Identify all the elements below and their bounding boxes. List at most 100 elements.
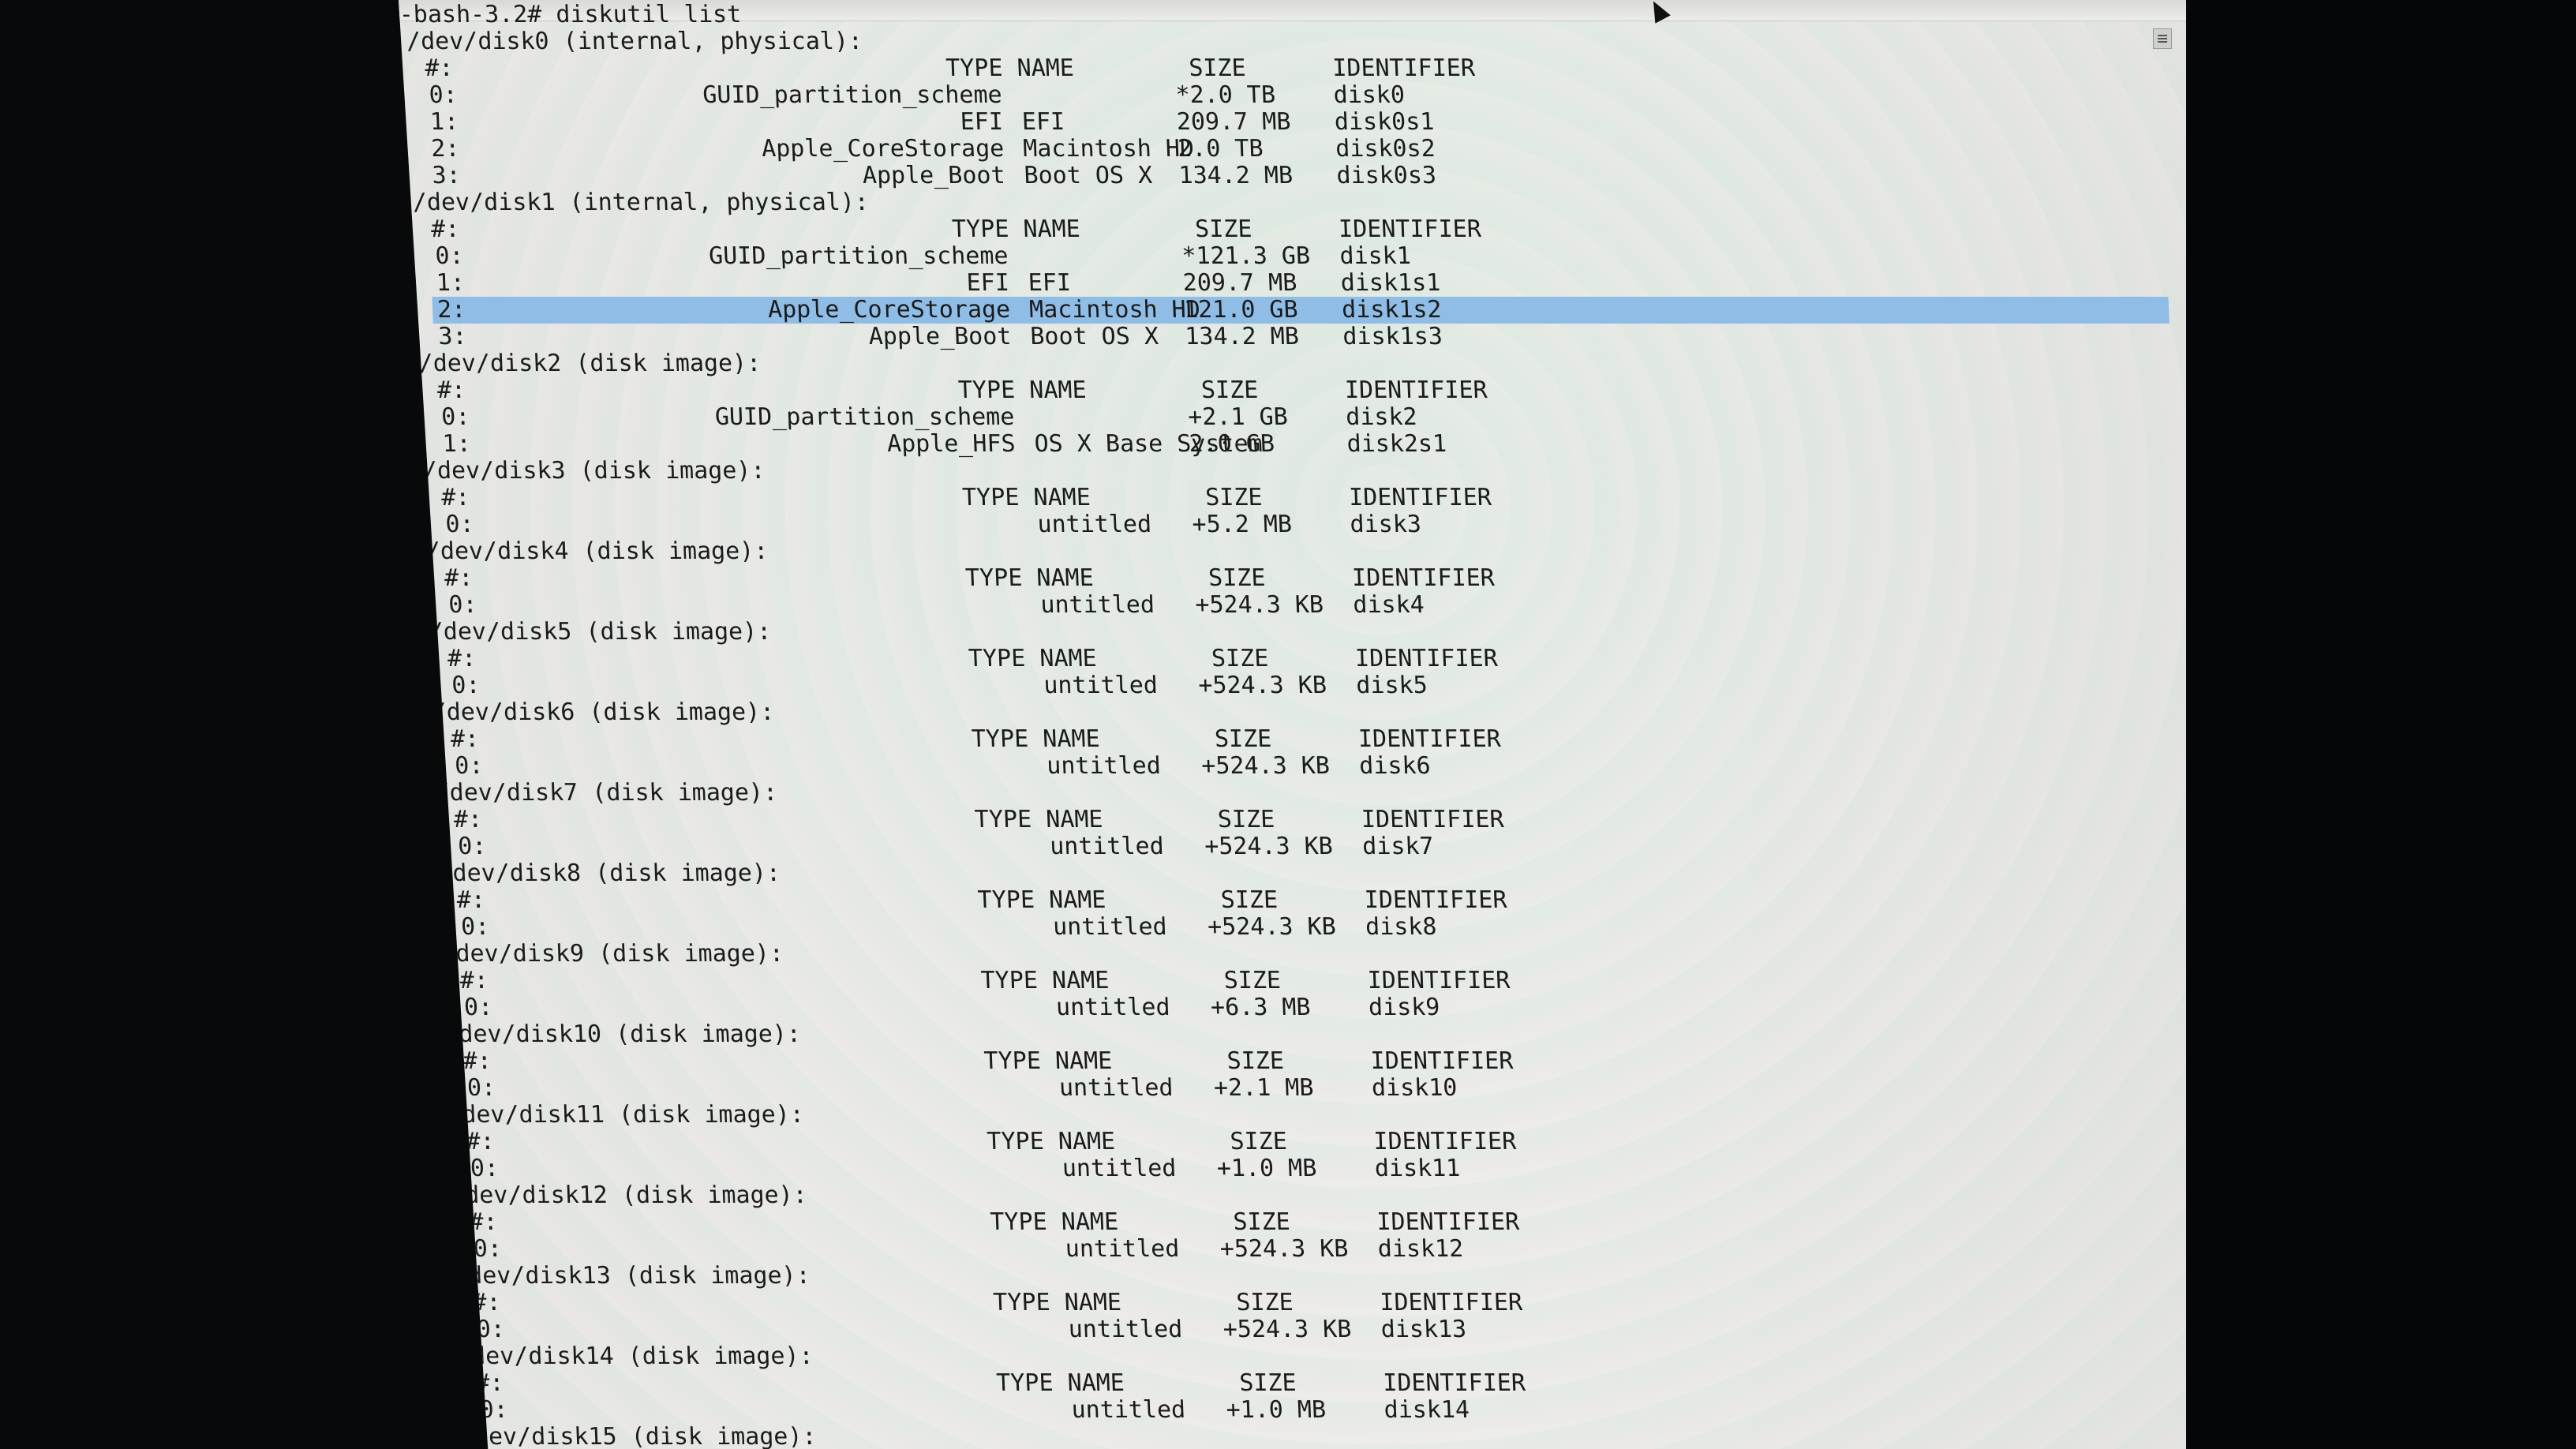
partition-identifier: disk1s3 bbox=[1342, 323, 1443, 350]
column-header-num: #: bbox=[436, 376, 466, 404]
partition-number: 0: bbox=[473, 1235, 503, 1263]
partition-size: +524.3 KB bbox=[1197, 672, 1327, 699]
column-header-identifier: IDENTIFIER bbox=[1348, 484, 1492, 511]
column-header-num: #: bbox=[440, 484, 471, 511]
disk-device-path: /dev/disk15 (disk image): bbox=[459, 1423, 818, 1449]
column-header-identifier: IDENTIFIER bbox=[1338, 215, 1482, 243]
column-header-num: #: bbox=[465, 1128, 496, 1155]
partition-size: 134.2 MB bbox=[1184, 323, 1300, 350]
disk-device-path: /dev/disk3 (disk image): bbox=[422, 457, 766, 485]
partition-name: untitled bbox=[1065, 1235, 1180, 1263]
column-header-type-name: TYPE NAME bbox=[986, 1128, 1116, 1155]
partition-type: GUID_partition_scheme bbox=[714, 403, 1015, 431]
disk-device-path: /dev/disk6 (disk image): bbox=[431, 698, 775, 726]
partition-number: 0: bbox=[451, 672, 481, 699]
partition-name: Boot OS X bbox=[1023, 162, 1153, 189]
disk-device-path: /dev/disk1 (internal, physical): bbox=[412, 189, 870, 216]
disk-device-path: /dev/disk14 (disk image): bbox=[456, 1342, 814, 1370]
partition-identifier: disk5 bbox=[1355, 672, 1428, 699]
column-header-num: #: bbox=[456, 886, 486, 914]
column-header-num: #: bbox=[462, 1047, 492, 1075]
partition-size: 2.0 GB bbox=[1188, 430, 1275, 458]
column-header-identifier: IDENTIFIER bbox=[1376, 1208, 1520, 1236]
partition-identifier: disk1s2 bbox=[1341, 296, 1443, 324]
column-header-identifier: IDENTIFIER bbox=[1354, 645, 1499, 672]
partition-name: untitled bbox=[1055, 994, 1171, 1021]
column-header-identifier: IDENTIFIER bbox=[1372, 1128, 1517, 1155]
partition-identifier: disk0s1 bbox=[1334, 108, 1436, 136]
column-header-type-name: TYPE NAME bbox=[992, 1289, 1122, 1316]
partition-name: Macintosh HD bbox=[1028, 296, 1201, 324]
partition-size: +5.2 MB bbox=[1191, 511, 1293, 538]
terminal-window[interactable]: -bash-3.2# diskutil list/dev/disk0 (inte… bbox=[399, 0, 2186, 1449]
partition-type: EFI bbox=[960, 108, 1004, 136]
partition-identifier: disk4 bbox=[1352, 591, 1425, 619]
partition-identifier: disk13 bbox=[1380, 1316, 1467, 1343]
partition-name: untitled bbox=[1070, 1396, 1186, 1424]
partition-name: EFI bbox=[1021, 108, 1065, 136]
column-header-num: #: bbox=[430, 215, 460, 243]
disk-device-path: /dev/disk8 (disk image): bbox=[437, 859, 781, 887]
column-header-type-name: TYPE NAME bbox=[983, 1047, 1113, 1075]
disk-device-path: /dev/disk12 (disk image): bbox=[450, 1181, 808, 1209]
partition-type: Apple_Boot bbox=[868, 323, 1013, 350]
column-header-type-name: TYPE NAME bbox=[995, 1369, 1125, 1397]
column-header-type-name: TYPE NAME bbox=[968, 645, 1098, 672]
partition-number: 0: bbox=[454, 752, 485, 780]
column-header-size: SIZE bbox=[1194, 215, 1253, 243]
column-header-type-name: TYPE NAME bbox=[989, 1208, 1119, 1236]
partition-identifier: disk10 bbox=[1371, 1074, 1458, 1102]
column-header-identifier: IDENTIFIER bbox=[1364, 886, 1508, 914]
partition-identifier: disk2 bbox=[1345, 403, 1418, 431]
column-header-type-name: TYPE NAME bbox=[971, 725, 1101, 753]
disk-device-path: /dev/disk10 (disk image): bbox=[444, 1020, 802, 1048]
column-header-size: SIZE bbox=[1238, 1369, 1297, 1397]
partition-type: Apple_HFS bbox=[886, 430, 1017, 458]
partition-name: Macintosh HD bbox=[1022, 135, 1195, 163]
partition-name: untitled bbox=[1052, 913, 1168, 941]
column-header-size: SIZE bbox=[1204, 484, 1264, 511]
disk-device-path: /dev/disk0 (internal, physical): bbox=[406, 28, 863, 55]
partition-identifier: disk3 bbox=[1349, 511, 1422, 538]
partition-size: +524.3 KB bbox=[1222, 1316, 1352, 1343]
column-header-identifier: IDENTIFIER bbox=[1369, 1047, 1514, 1075]
partition-type: GUID_partition_scheme bbox=[702, 81, 1003, 109]
column-header-num: #: bbox=[447, 645, 477, 672]
partition-name: untitled bbox=[1046, 752, 1162, 780]
column-header-size: SIZE bbox=[1211, 645, 1269, 672]
column-header-identifier: IDENTIFIER bbox=[1361, 806, 1505, 833]
partition-type: EFI bbox=[965, 269, 1010, 297]
partition-identifier: disk12 bbox=[1377, 1235, 1464, 1263]
column-header-size: SIZE bbox=[1235, 1289, 1294, 1316]
partition-type: GUID_partition_scheme bbox=[708, 242, 1009, 270]
partition-number: 0: bbox=[466, 1074, 496, 1102]
column-header-type-name: TYPE NAME bbox=[961, 484, 1091, 511]
partition-identifier: disk1 bbox=[1339, 242, 1412, 270]
column-header-type-name: TYPE NAME bbox=[964, 564, 1095, 592]
scroll-marker-icon[interactable] bbox=[2153, 28, 2172, 49]
partition-number: 0: bbox=[444, 511, 475, 538]
column-header-type-name: TYPE NAME bbox=[980, 967, 1110, 994]
partition-number: 0: bbox=[470, 1155, 500, 1182]
partition-name: untitled bbox=[1039, 591, 1155, 619]
partition-size: +6.3 MB bbox=[1210, 994, 1312, 1021]
partition-number: 0: bbox=[463, 994, 493, 1021]
disk-device-path: /dev/disk9 (disk image): bbox=[440, 940, 784, 968]
column-header-type-name: TYPE NAME bbox=[957, 376, 1088, 404]
column-header-identifier: IDENTIFIER bbox=[1331, 54, 1476, 82]
disk-device-path: /dev/disk7 (disk image): bbox=[434, 779, 778, 807]
column-header-type-name: TYPE NAME bbox=[951, 215, 1081, 243]
column-header-type-name: TYPE NAME bbox=[974, 806, 1104, 833]
partition-number: 0: bbox=[447, 591, 478, 619]
partition-size: *121.3 GB bbox=[1181, 242, 1311, 270]
column-header-size: SIZE bbox=[1223, 967, 1282, 994]
column-header-size: SIZE bbox=[1232, 1208, 1291, 1236]
partition-size: 2.0 TB bbox=[1177, 135, 1264, 163]
partition-identifier: disk0 bbox=[1332, 81, 1406, 109]
column-header-identifier: IDENTIFIER bbox=[1379, 1289, 1523, 1316]
partition-identifier: disk2s1 bbox=[1346, 430, 1447, 458]
column-header-num: #: bbox=[444, 564, 474, 592]
column-header-num: #: bbox=[453, 806, 483, 833]
partition-identifier: disk1s1 bbox=[1340, 269, 1441, 297]
partition-identifier: disk0s2 bbox=[1335, 135, 1436, 163]
